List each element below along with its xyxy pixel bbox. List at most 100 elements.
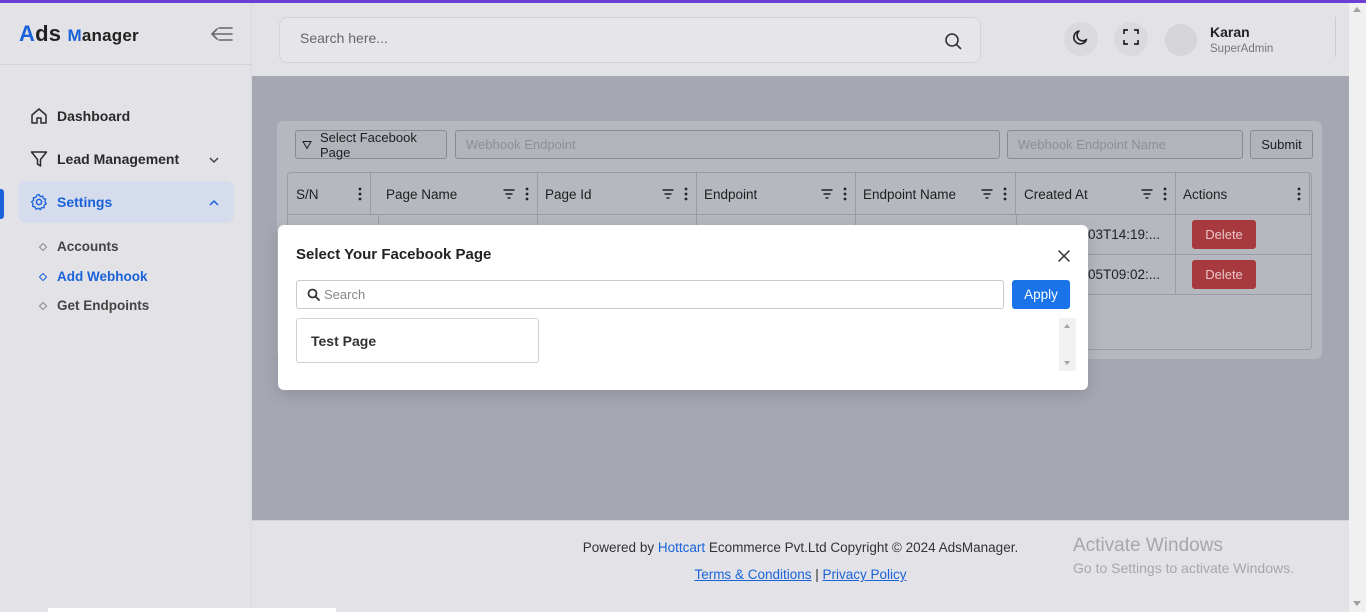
sidebar-subitem-get-endpoints[interactable]: Get Endpoints (38, 298, 150, 313)
sidebar-subitem-label: Get Endpoints (57, 298, 150, 313)
chevron-up-icon (208, 196, 220, 208)
filter-icon (30, 150, 48, 168)
option-list-scrollbar[interactable] (1059, 318, 1076, 371)
select-page-label: Select Facebook Page (320, 129, 417, 160)
column-label: S/N (296, 186, 319, 202)
fullscreen-icon (1122, 28, 1140, 51)
webhook-endpoint-input[interactable]: Webhook Endpoint (455, 130, 1000, 159)
sidebar-item-label: Lead Management (57, 151, 180, 167)
home-icon (30, 107, 48, 125)
header: Karan SuperAdmin (252, 3, 1349, 76)
app-logo[interactable]: Ads Manager (19, 21, 139, 47)
dark-mode-toggle[interactable] (1064, 22, 1098, 56)
delete-button[interactable]: Delete (1192, 260, 1256, 289)
column-filter-icon[interactable] (821, 188, 833, 200)
column-menu-icon[interactable] (684, 187, 688, 201)
column-label: Actions (1183, 186, 1228, 202)
column-label: Page Id (545, 186, 592, 202)
webhook-endpoint-name-input[interactable]: Webhook Endpoint Name (1007, 130, 1243, 159)
column-label: Endpoint (704, 186, 758, 202)
table-header: S/N Page Name Page Id Endpoint Endpoint … (288, 173, 1311, 215)
footer-separator: | (815, 567, 819, 582)
user-name[interactable]: Karan (1210, 24, 1250, 40)
user-role: SuperAdmin (1210, 43, 1274, 55)
select-page-modal: Select Your Facebook Page Apply Test Pag… (278, 225, 1088, 390)
sidebar-item-dashboard[interactable]: Dashboard (18, 95, 234, 137)
column-header-endpoint-name[interactable]: Endpoint Name (855, 173, 1016, 215)
sidebar-subitem-label: Accounts (57, 239, 119, 254)
scroll-down-arrow-icon[interactable] (1353, 601, 1361, 606)
header-search[interactable] (279, 17, 981, 63)
column-menu-icon[interactable] (1163, 187, 1167, 201)
column-menu-icon[interactable] (1003, 187, 1007, 201)
column-header-created-at[interactable]: Created At (1016, 173, 1176, 215)
page-scrollbar[interactable] (1349, 3, 1366, 612)
fullscreen-button[interactable] (1114, 22, 1148, 56)
terms-link[interactable]: Terms & Conditions (694, 567, 811, 582)
column-filter-icon[interactable] (662, 188, 674, 200)
created-at-cell: 05T09:02:... (1088, 267, 1161, 282)
column-menu-icon[interactable] (525, 187, 529, 201)
header-search-input[interactable] (300, 30, 920, 46)
footer-powered-suffix: Ecommerce Pvt.Ltd Copyright © 2024 AdsMa… (705, 540, 1019, 555)
moon-icon (1072, 28, 1090, 51)
avatar[interactable] (1165, 24, 1197, 56)
filter-icon (302, 140, 312, 150)
column-header-page-id[interactable]: Page Id (537, 173, 697, 215)
close-icon[interactable] (1057, 249, 1071, 263)
windows-watermark-title: Activate Windows (1073, 535, 1223, 556)
column-menu-icon[interactable] (843, 187, 847, 201)
active-indicator (0, 189, 4, 219)
sidebar-subitem-add-webhook[interactable]: Add Webhook (38, 269, 148, 284)
modal-search[interactable] (296, 280, 1004, 309)
bullet-icon (38, 272, 48, 281)
privacy-link[interactable]: Privacy Policy (823, 567, 907, 582)
column-filter-icon[interactable] (503, 188, 515, 200)
column-menu-icon[interactable] (358, 187, 362, 201)
sidebar-item-label: Settings (57, 194, 113, 210)
sidebar-item-settings[interactable]: Settings (18, 181, 234, 223)
footer-powered-prefix: Powered by (582, 540, 658, 555)
column-header-endpoint[interactable]: Endpoint (696, 173, 856, 215)
search-icon[interactable] (944, 32, 962, 50)
column-label: Page Name (386, 186, 458, 202)
apply-button[interactable]: Apply (1012, 280, 1070, 309)
column-header-actions[interactable]: Actions (1175, 173, 1310, 215)
bullet-icon (38, 242, 48, 251)
sidebar-subitem-label: Add Webhook (57, 269, 148, 284)
chevron-down-icon (208, 153, 220, 165)
modal-title: Select Your Facebook Page (296, 246, 492, 263)
sidebar-item-lead-management[interactable]: Lead Management (18, 138, 234, 180)
search-icon (307, 288, 320, 301)
column-header-sn[interactable]: S/N (288, 173, 371, 215)
header-divider (1335, 17, 1336, 57)
logo-letter-a: A (19, 21, 36, 46)
scroll-up-arrow-icon[interactable] (1064, 324, 1070, 328)
modal-search-input[interactable] (324, 287, 984, 302)
column-label: Created At (1024, 186, 1088, 202)
delete-button[interactable]: Delete (1192, 220, 1256, 249)
sidebar: Ads Manager Dashboard Lead Management Se… (0, 3, 252, 612)
sidebar-divider (0, 64, 252, 65)
select-facebook-page-button[interactable]: Select Facebook Page (295, 129, 447, 160)
column-label: Endpoint Name (863, 186, 957, 202)
sidebar-subitem-accounts[interactable]: Accounts (38, 239, 119, 254)
sidebar-item-label: Dashboard (57, 108, 131, 124)
page-option-test-page[interactable]: Test Page (296, 318, 539, 363)
hottcart-link[interactable]: Hottcart (658, 540, 705, 555)
submit-button[interactable]: Submit (1250, 130, 1313, 159)
logo-text-anager: anager (81, 26, 139, 45)
bullet-icon (38, 301, 48, 310)
column-filter-icon[interactable] (1141, 188, 1153, 200)
logo-letter-m: M (67, 26, 82, 45)
sidebar-collapse-icon[interactable] (210, 25, 234, 43)
logo-text-ds: ds (35, 21, 68, 46)
windows-watermark-subtitle: Go to Settings to activate Windows. (1073, 560, 1294, 576)
column-menu-icon[interactable] (1297, 187, 1301, 201)
column-header-page-name[interactable]: Page Name (378, 173, 538, 215)
gear-icon (30, 193, 48, 211)
scroll-up-arrow-icon[interactable] (1353, 7, 1361, 12)
horizontal-scroll-thumb[interactable] (48, 608, 336, 612)
scroll-down-arrow-icon[interactable] (1064, 361, 1070, 365)
column-filter-icon[interactable] (981, 188, 993, 200)
